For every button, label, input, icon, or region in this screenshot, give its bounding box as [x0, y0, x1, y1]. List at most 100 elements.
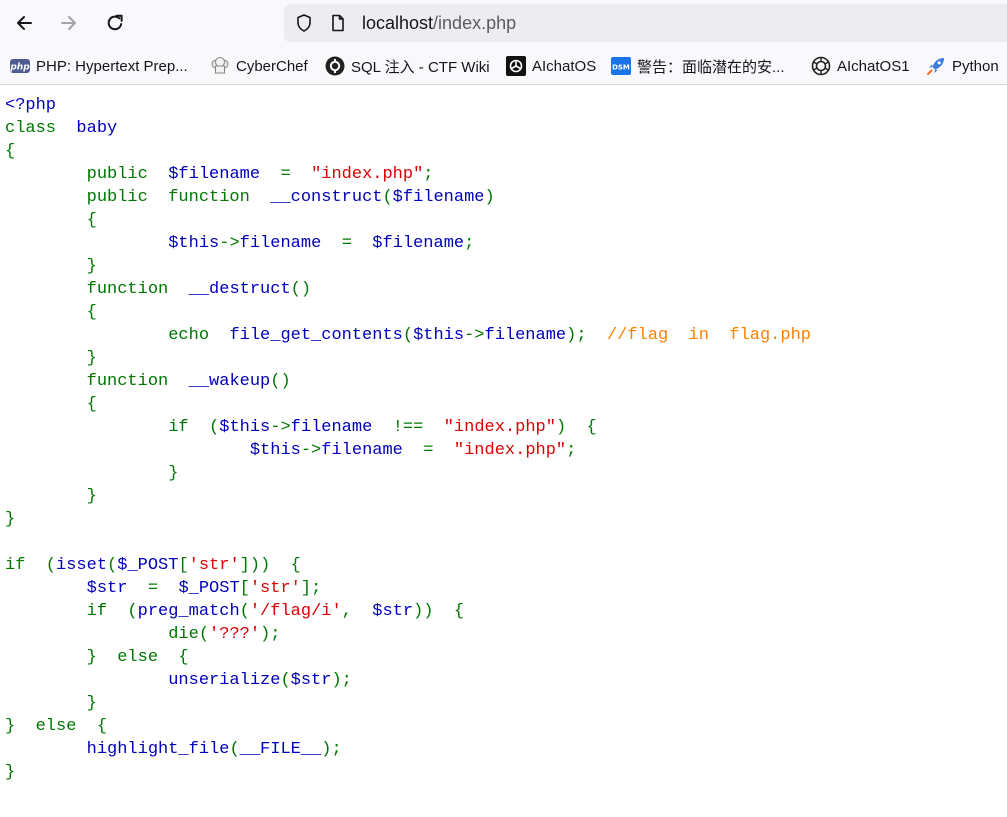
code-token: } [5, 487, 97, 506]
code-token: } [5, 349, 97, 368]
code-line: } [5, 347, 811, 370]
code-token: isset [56, 556, 108, 575]
code-token: if ( [5, 602, 138, 621]
code-token: ( [402, 326, 414, 345]
bookmark-label: SQL 注入 - CTF Wiki [351, 58, 490, 76]
code-line: $str = $_POST['str']; [5, 577, 811, 600]
code-token: ); [321, 740, 342, 759]
php-logo-icon: php [10, 56, 30, 76]
code-token: <?php [5, 96, 57, 115]
code-line: die('???'); [5, 623, 811, 646]
code-token: preg_match [137, 602, 240, 621]
code-token: } else { [5, 648, 189, 667]
bookmark-dsm-warning[interactable]: DSM 警告：面临潜在的安... [611, 56, 785, 76]
bookmarks-bar: php PHP: Hypertext Prep... CyberChef SQL… [0, 46, 1007, 85]
code-line: public $filename = "index.php"; [5, 163, 811, 186]
code-line: } else { [5, 715, 811, 738]
php-logo-text: php [10, 63, 30, 73]
code-token: filename [484, 326, 567, 345]
code-token: = [280, 165, 312, 184]
url-host: localhost [362, 13, 434, 33]
code-token: ; [566, 441, 577, 460]
code-line: function __wakeup() [5, 370, 811, 393]
code-token: [ [178, 556, 189, 575]
bookmark-label: PHP: Hypertext Prep... [36, 57, 188, 75]
code-line: } [5, 462, 811, 485]
code-token: $filename [372, 234, 465, 253]
code-token: filename [321, 441, 424, 460]
code-token: function [5, 372, 189, 391]
reload-icon [107, 14, 123, 31]
code-token: unserialize [5, 671, 281, 690]
code-token: "index.php" [453, 441, 567, 460]
openai-logo-icon [811, 56, 831, 76]
code-token: $str [290, 671, 332, 690]
bookmark-php[interactable]: php PHP: Hypertext Prep... [10, 56, 188, 76]
code-token: public [5, 165, 169, 184]
code-line: public function __construct($filename) [5, 186, 811, 209]
dsm-logo-icon: DSM [611, 56, 631, 76]
code-token: ]; [300, 579, 322, 598]
bookmark-cyberchef[interactable]: CyberChef [210, 56, 308, 76]
code-line: { [5, 393, 811, 416]
code-token: 'str' [188, 556, 240, 575]
code-token: $_POST [117, 556, 179, 575]
page-info-icon[interactable] [328, 13, 348, 33]
bookmark-ctf-wiki[interactable]: SQL 注入 - CTF Wiki [325, 56, 490, 76]
code-token: $filename [392, 188, 485, 207]
code-token: ( [239, 602, 250, 621]
code-token: $str [372, 602, 414, 621]
code-token: [ [239, 579, 250, 598]
code-token: highlight_file [5, 740, 230, 759]
code-token: '/flag/i' [249, 602, 342, 621]
address-bar[interactable]: localhost/index.php [284, 4, 1007, 42]
rocket-icon [926, 56, 946, 76]
bookmark-label: Python [952, 57, 999, 75]
code-token: -> [219, 234, 240, 253]
code-token: ) { [555, 418, 597, 437]
code-token: )) { [413, 602, 465, 621]
url-text[interactable]: localhost/index.php [362, 13, 516, 33]
code-token: ( [280, 671, 291, 690]
code-line: } [5, 255, 811, 278]
bookmark-label: 警告：面临潜在的安... [637, 58, 785, 76]
code-token: { [5, 395, 97, 414]
tracking-shield-icon[interactable] [294, 13, 314, 33]
code-line: highlight_file(__FILE__); [5, 738, 811, 761]
code-token: file_get_contents [229, 326, 403, 345]
bookmark-label: AIchatOS [532, 57, 597, 75]
bookmark-label: AIchatOS1 [837, 57, 910, 75]
code-line: class baby [5, 117, 811, 140]
browser-toolbar: localhost/index.php [0, 0, 1007, 46]
code-token: public function [5, 188, 271, 207]
code-token: echo [5, 326, 230, 345]
code-token: { [5, 211, 97, 230]
openai-logo-icon [506, 56, 526, 76]
code-token: "index.php" [443, 418, 556, 437]
code-token: $filename [168, 165, 281, 184]
code-line: { [5, 301, 811, 324]
code-token: } [5, 464, 179, 483]
code-token: ( [229, 740, 240, 759]
code-token: () [290, 280, 312, 299]
code-token: if ( [5, 556, 57, 575]
code-token: filename [290, 418, 393, 437]
forward-button[interactable] [53, 7, 85, 39]
back-button[interactable] [8, 7, 40, 39]
bookmark-label: CyberChef [236, 57, 308, 75]
code-line: } [5, 692, 811, 715]
code-token: } [5, 510, 16, 529]
code-token: ; [464, 234, 475, 253]
code-token: -> [270, 418, 291, 437]
code-token: } [5, 694, 97, 713]
code-token: $this [5, 441, 301, 460]
code-token: ); [260, 625, 281, 644]
bookmark-python[interactable]: Python [926, 56, 999, 76]
reload-button[interactable] [99, 7, 131, 39]
bookmark-aichatos[interactable]: AIchatOS [506, 56, 596, 76]
code-token: 'str' [249, 579, 301, 598]
code-line: { [5, 209, 811, 232]
bookmark-aichatos1[interactable]: AIchatOS1 [811, 56, 910, 76]
code-token: $this [219, 418, 271, 437]
